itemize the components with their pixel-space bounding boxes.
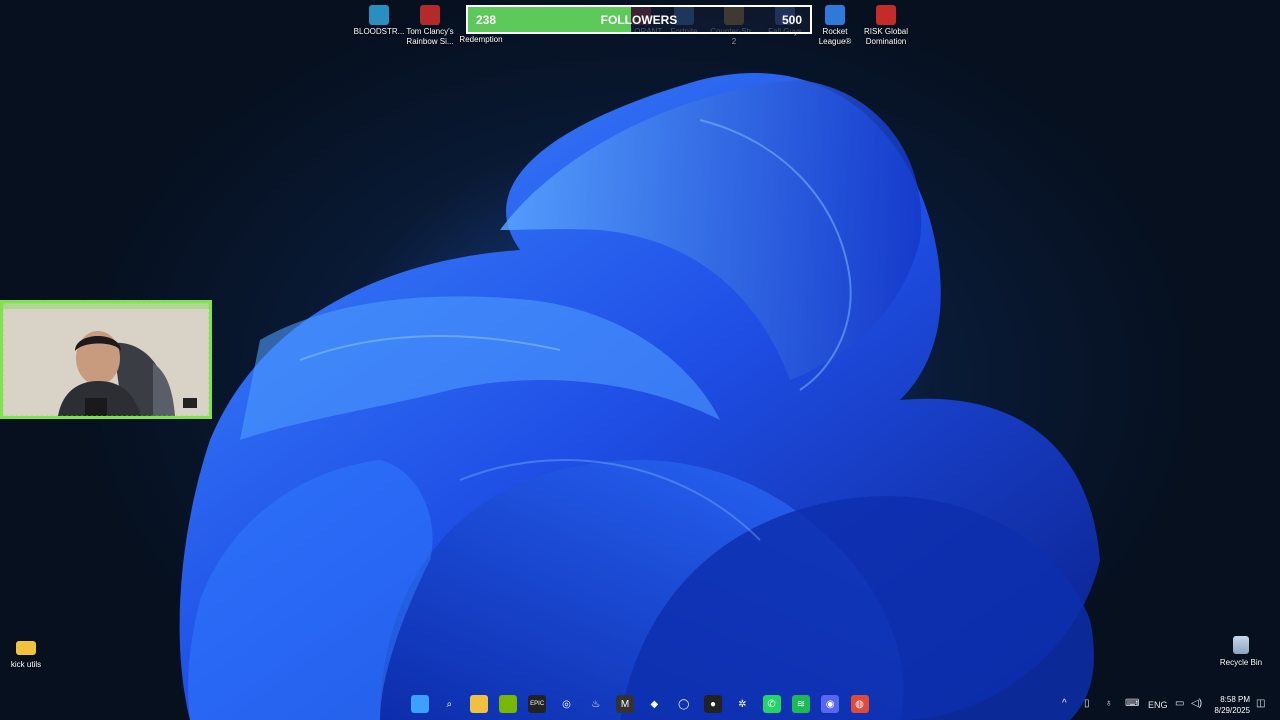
gamepad-icon[interactable]: ◆ bbox=[645, 695, 663, 713]
desktop-folder-kick-utils[interactable]: kick utils bbox=[0, 638, 52, 670]
webcam-feed bbox=[3, 303, 209, 416]
volume-icon[interactable]: ◁) bbox=[1191, 698, 1202, 709]
desktop-shortcut-risk[interactable]: RISK Global Domination bbox=[860, 5, 912, 47]
microphone-icon[interactable]: ♁ bbox=[1105, 698, 1113, 709]
folder-label: kick utils bbox=[10, 660, 42, 669]
bloodstrike-icon bbox=[369, 5, 389, 25]
app-m-icon[interactable]: M bbox=[616, 695, 635, 713]
discord-icon[interactable]: ◉ bbox=[821, 695, 840, 713]
shortcut-label: RISK Global Domination bbox=[863, 27, 909, 46]
language-indicator[interactable]: ENG bbox=[1148, 700, 1168, 710]
steam-icon[interactable]: ♨ bbox=[587, 695, 605, 713]
shortcut-label: BLOODSTR... bbox=[353, 27, 405, 36]
obs-studio-icon[interactable]: ● bbox=[704, 695, 722, 713]
epic-games-icon[interactable]: EPIC bbox=[528, 695, 547, 713]
system-clock[interactable]: 8:58 PM 8/29/2025 bbox=[1214, 694, 1250, 716]
rainbow-six-icon bbox=[420, 5, 440, 25]
rocket-league-icon bbox=[825, 5, 845, 25]
desktop-shortcut-rainbow-six[interactable]: Tom Clancy's Rainbow Si... bbox=[404, 5, 456, 47]
risk-icon bbox=[876, 5, 896, 25]
recycle-bin-icon bbox=[1233, 636, 1249, 654]
spotify-icon[interactable]: ≋ bbox=[791, 695, 810, 713]
oculus-icon[interactable]: ◯ bbox=[675, 695, 693, 713]
file-explorer-icon[interactable] bbox=[469, 695, 488, 713]
obs-icon[interactable]: ◎ bbox=[558, 695, 576, 713]
desktop-shortcut-rocket-league[interactable]: Rocket League® bbox=[809, 5, 861, 47]
clock-date: 8/29/2025 bbox=[1214, 706, 1250, 715]
tray-overflow-chevron-icon[interactable]: ^ bbox=[1062, 698, 1067, 709]
start-button[interactable] bbox=[411, 695, 429, 713]
chatgpt-icon[interactable]: ✲ bbox=[733, 695, 751, 713]
desktop-shortcut-bloodstrike[interactable]: BLOODSTR... bbox=[353, 5, 405, 37]
recycle-bin-label: Recycle Bin bbox=[1219, 658, 1263, 667]
shortcut-label: Rocket League® bbox=[818, 27, 852, 46]
whatsapp-icon[interactable]: ✆ bbox=[762, 695, 781, 713]
followers-title: FOLLOWERS bbox=[600, 13, 678, 27]
webcam-overlay bbox=[0, 300, 212, 419]
folder-icon bbox=[16, 641, 36, 655]
followers-goal: 500 bbox=[781, 13, 802, 27]
shortcut-label: Tom Clancy's Rainbow Si... bbox=[406, 27, 454, 46]
network-icon[interactable]: ▭ bbox=[1175, 698, 1184, 709]
chrome-icon[interactable]: ◍ bbox=[850, 695, 869, 713]
usb-icon[interactable]: ▯ bbox=[1084, 698, 1090, 709]
keyboard-icon[interactable]: ⌨ bbox=[1125, 698, 1139, 709]
notifications-icon[interactable]: ◫ bbox=[1256, 698, 1265, 709]
search-icon[interactable]: ⌕ bbox=[440, 695, 458, 713]
nvidia-icon[interactable] bbox=[498, 695, 517, 713]
followers-goal-widget: 238 FOLLOWERS 500 bbox=[466, 5, 812, 34]
clock-time: 8:58 PM bbox=[1220, 695, 1250, 704]
shortcut-label: Redemption bbox=[459, 35, 503, 44]
desktop-recycle-bin[interactable]: Recycle Bin bbox=[1215, 636, 1267, 668]
